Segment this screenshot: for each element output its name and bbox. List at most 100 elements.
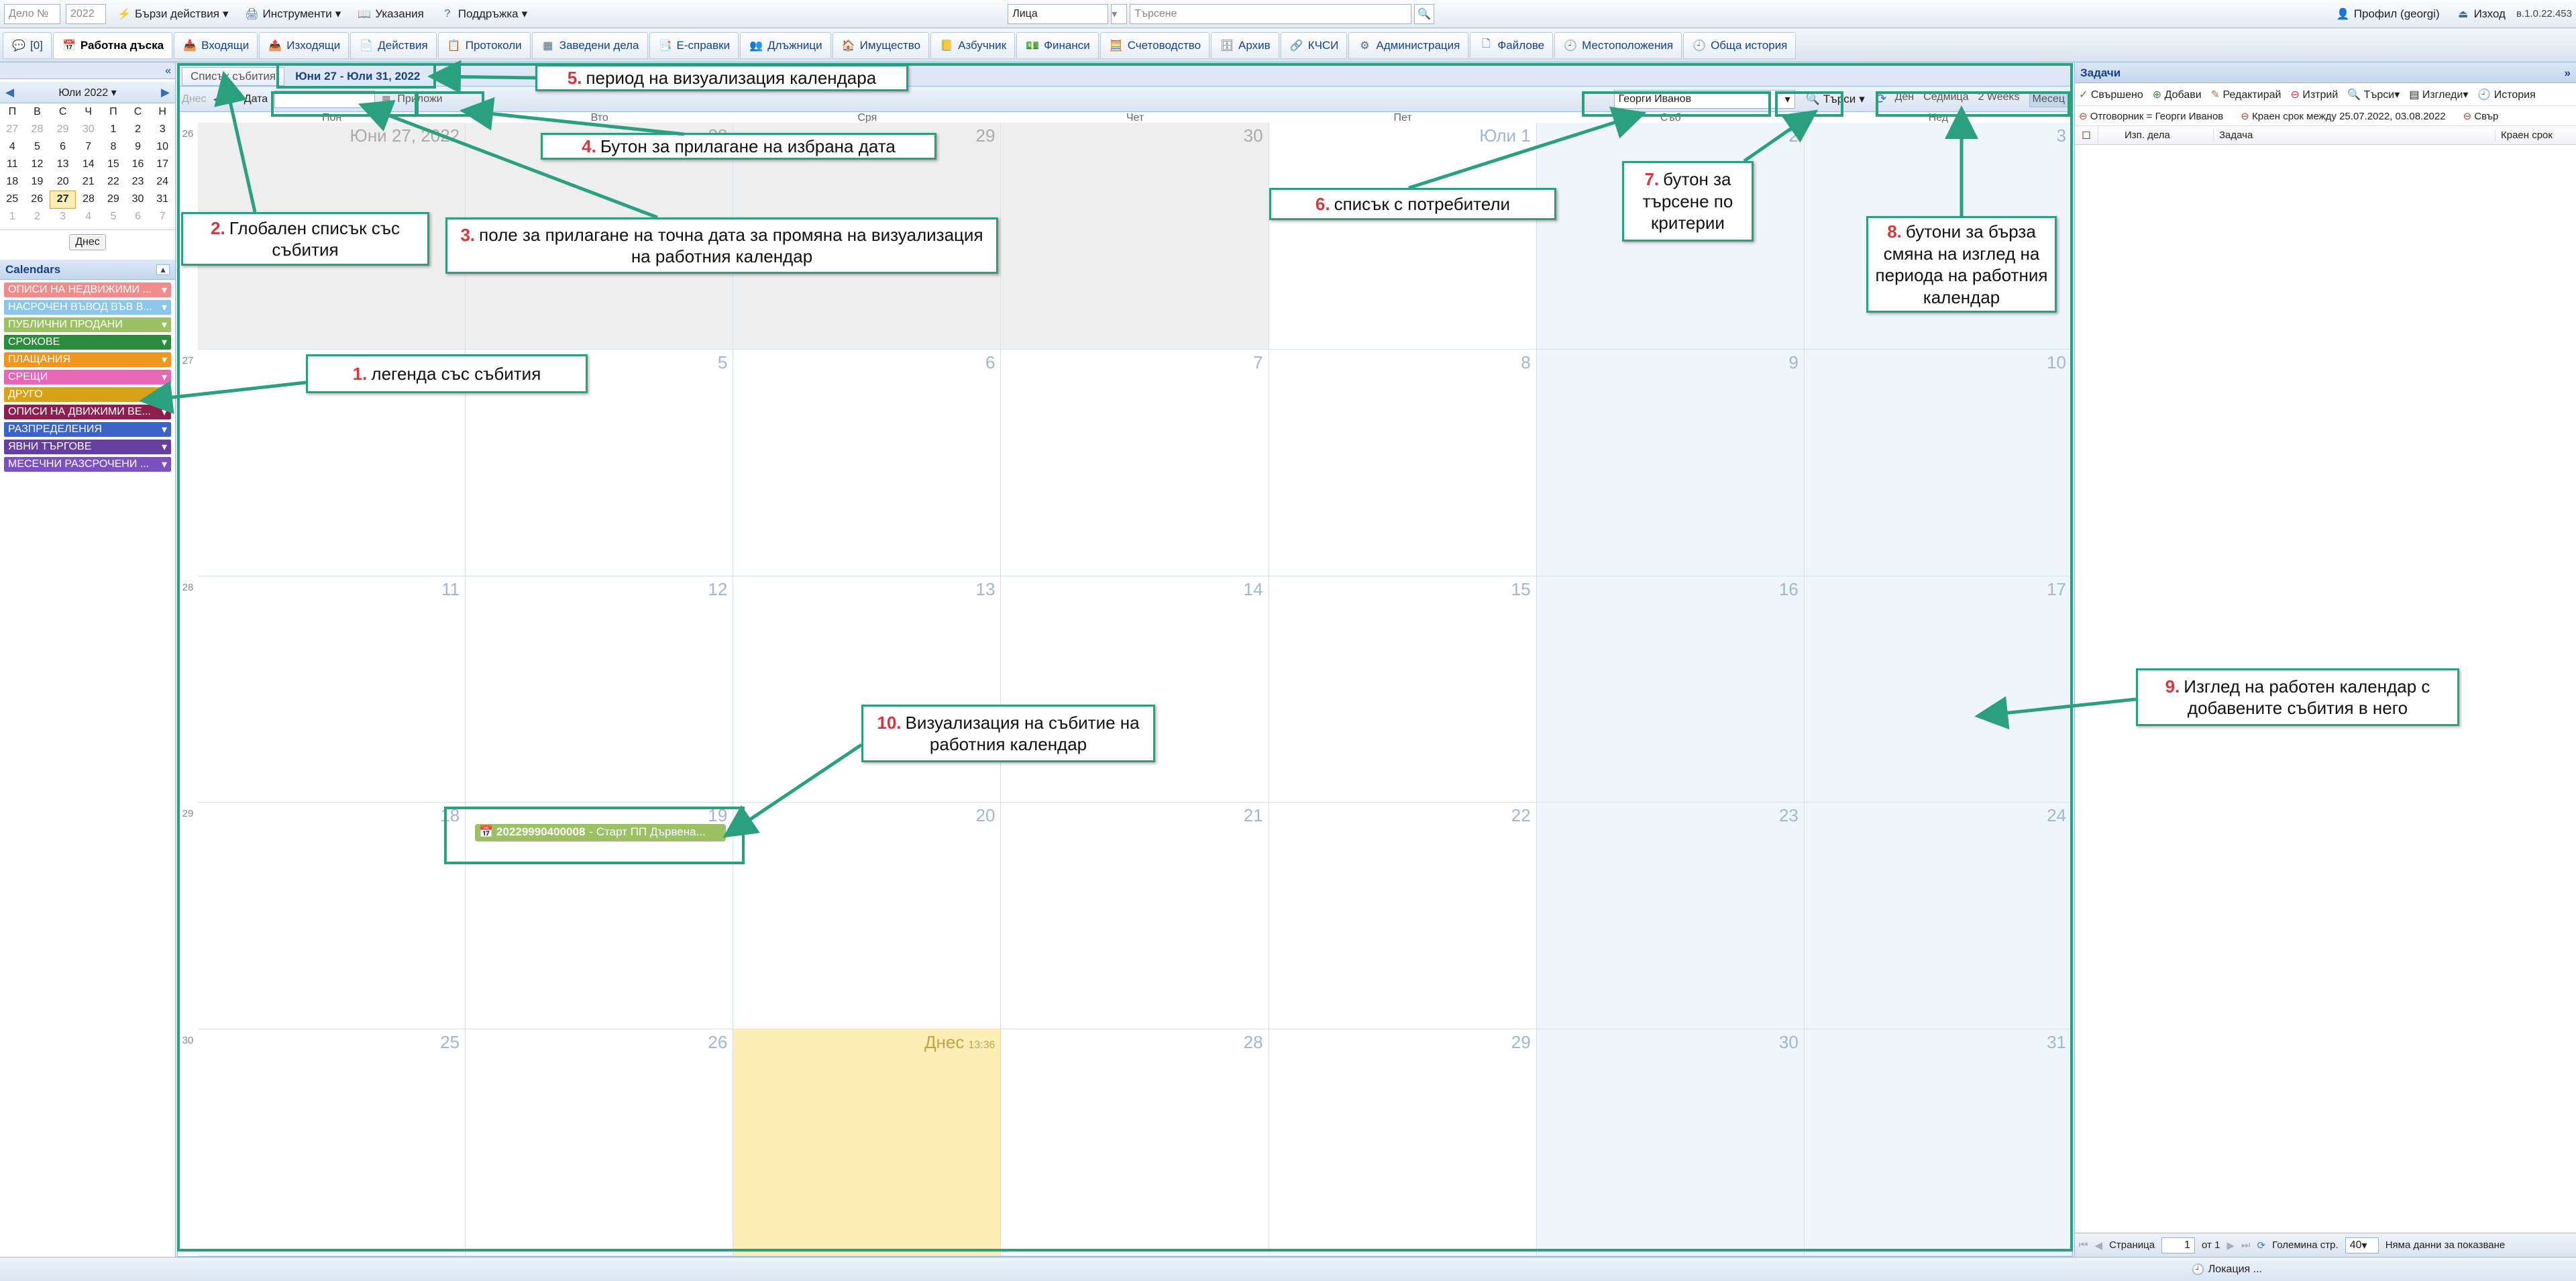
remove-filter-icon[interactable]: ⊖ xyxy=(2463,111,2472,122)
mini-day[interactable]: 4 xyxy=(0,138,25,156)
search-button[interactable]: 🔍 xyxy=(1414,3,1435,24)
tab-locations[interactable]: 🕘 Местоположения xyxy=(1554,32,1682,59)
page-input[interactable]: 1 xyxy=(2161,1237,2196,1253)
tab-cases[interactable]: ▦ Заведени дела xyxy=(531,32,648,59)
edit-button[interactable]: ✎ Редактирай xyxy=(2211,88,2282,101)
mini-day[interactable]: 13 xyxy=(50,156,76,173)
delete-button[interactable]: ⊖ Изтрий xyxy=(2290,88,2338,101)
mini-day[interactable]: 14 xyxy=(76,156,101,173)
mini-day[interactable]: 8 xyxy=(101,138,126,156)
last-page-icon[interactable]: ⏭ xyxy=(2241,1239,2251,1251)
legend-menu-icon[interactable]: ▾ xyxy=(162,458,167,471)
quick-actions-menu[interactable]: ⚡ Бързи действия ▾ xyxy=(111,3,234,25)
support-menu[interactable]: ? Поддръжка ▾ xyxy=(435,3,533,25)
mini-day[interactable]: 25 xyxy=(0,191,25,208)
month-picker[interactable]: Юли 2022 ▾ xyxy=(58,86,116,99)
mini-day[interactable]: 24 xyxy=(150,173,175,191)
legend-item[interactable]: ПЛАЩАНИЯ ▾ xyxy=(4,352,171,367)
tab-administration[interactable]: ⚙ Администрация xyxy=(1348,32,1469,59)
legend-menu-icon[interactable]: ▾ xyxy=(162,318,167,331)
legend-menu-icon[interactable]: ▾ xyxy=(162,336,167,349)
legend-item[interactable]: МЕСЕЧНИ РАЗСРОЧЕНИ ... ▾ xyxy=(4,457,171,472)
search-category-dropdown[interactable]: ▾ xyxy=(1111,3,1128,24)
tab-files[interactable]: 🗋 Файлове xyxy=(1470,32,1554,59)
mini-day[interactable]: 19 xyxy=(25,173,50,191)
instructions-button[interactable]: 📖 Указания xyxy=(352,3,429,25)
tab-index[interactable]: 📒 Азбучник xyxy=(930,32,1016,59)
mini-day[interactable]: 29 xyxy=(50,121,76,138)
tab-kchsi[interactable]: 🔗 КЧСИ xyxy=(1280,32,1348,59)
legend-item[interactable]: ОПИСИ НА ДВИЖИМИ ВЕ... ▾ xyxy=(4,405,171,419)
mini-day[interactable]: 1 xyxy=(0,208,25,225)
tab-e-reports[interactable]: 📑 Е-справки xyxy=(649,32,739,59)
year-input[interactable]: 2022 xyxy=(66,3,106,24)
collapse-right-icon[interactable]: » xyxy=(2565,66,2571,80)
legend-menu-icon[interactable]: ▾ xyxy=(162,405,167,419)
mini-day[interactable]: 9 xyxy=(125,138,150,156)
mini-day[interactable]: 23 xyxy=(125,173,150,191)
tab-protocols[interactable]: 📋 Протоколи xyxy=(437,32,531,59)
mini-day[interactable]: 4 xyxy=(76,208,101,225)
mini-today-button[interactable]: Днес xyxy=(69,234,106,250)
legend-item[interactable]: СРЕЩИ ▾ xyxy=(4,370,171,385)
tab-history[interactable]: 🕘 Обща история xyxy=(1683,32,1796,59)
tab-outgoing[interactable]: 📤 Изходящи xyxy=(259,32,350,59)
mini-day[interactable]: 30 xyxy=(76,121,101,138)
mini-day[interactable]: 10 xyxy=(150,138,175,156)
filter-assignee[interactable]: ⊖ Отговорник = Георги Иванов xyxy=(2079,110,2223,122)
legend-menu-icon[interactable]: ▾ xyxy=(162,423,167,436)
mini-day[interactable]: 30 xyxy=(125,191,150,208)
mini-day[interactable]: 22 xyxy=(101,173,126,191)
mini-day[interactable]: 5 xyxy=(25,138,50,156)
mini-day[interactable]: 27 xyxy=(49,190,76,209)
legend-item[interactable]: НАСРОЧЕН ВЪВОД ВЪВ В... ▾ xyxy=(4,300,171,315)
tools-menu[interactable]: 🖨 Инструменти ▾ xyxy=(239,3,347,25)
mini-day[interactable]: 26 xyxy=(25,191,50,208)
mini-day[interactable]: 16 xyxy=(125,156,150,173)
refresh-icon[interactable]: ⟳ xyxy=(2257,1239,2266,1251)
legend-item[interactable]: РАЗПРЕДЕЛЕНИЯ ▾ xyxy=(4,422,171,437)
chat-tab[interactable]: 💬 [0] xyxy=(3,32,52,59)
location-button[interactable]: 🕘 Локация ... xyxy=(2186,1259,2267,1280)
legend-item[interactable]: ДРУГО ▾ xyxy=(4,387,171,402)
logout-button[interactable]: ⏏ Изход xyxy=(2451,3,2511,25)
remove-filter-icon[interactable]: ⊖ xyxy=(2079,111,2088,122)
views-button[interactable]: ▤ Изгледи▾ xyxy=(2409,88,2468,101)
legend-item[interactable]: ЯВНИ ТЪРГОВЕ ▾ xyxy=(4,440,171,454)
next-page-icon[interactable]: ▶ xyxy=(2226,1239,2235,1251)
mini-day[interactable]: 7 xyxy=(150,208,175,225)
tab-finance[interactable]: 💵 Финанси xyxy=(1016,32,1099,59)
mini-day[interactable]: 31 xyxy=(150,191,175,208)
select-all-checkbox[interactable]: ☐ xyxy=(2075,130,2098,142)
mini-day[interactable]: 1 xyxy=(101,121,126,138)
mini-day[interactable]: 3 xyxy=(150,121,175,138)
mini-day[interactable]: 12 xyxy=(25,156,50,173)
tab-debtors[interactable]: 👥 Длъжници xyxy=(740,32,831,59)
done-button[interactable]: ✓ Свършено xyxy=(2079,88,2143,101)
mini-day[interactable]: 3 xyxy=(50,208,76,225)
remove-filter-icon[interactable]: ⊖ xyxy=(2241,111,2249,122)
search-input[interactable]: Търсене xyxy=(1130,3,1412,24)
mini-day[interactable]: 5 xyxy=(101,208,126,225)
legend-menu-icon[interactable]: ▾ xyxy=(162,370,167,384)
tab-actions[interactable]: 📄 Действия xyxy=(350,32,437,59)
tab-dashboard[interactable]: 📅 Работна дъска xyxy=(52,32,173,59)
legend-item[interactable]: ПУБЛИЧНИ ПРОДАНИ ▾ xyxy=(4,317,171,332)
legend-menu-icon[interactable]: ▾ xyxy=(162,283,167,297)
mini-day[interactable]: 28 xyxy=(76,191,101,208)
legend-menu-icon[interactable]: ▾ xyxy=(162,353,167,366)
legend-item[interactable]: СРОКОВЕ ▾ xyxy=(4,335,171,350)
mini-day[interactable]: 17 xyxy=(150,156,175,173)
prev-month-icon[interactable]: ◀ xyxy=(5,86,14,99)
legend-menu-icon[interactable]: ▾ xyxy=(162,388,167,401)
col-deadline[interactable]: Краен срок xyxy=(2495,130,2553,141)
history-button[interactable]: 🕘 История xyxy=(2477,88,2535,101)
tab-accounting[interactable]: 🧮 Счетоводство xyxy=(1099,32,1210,59)
case-number-input[interactable]: Дело № xyxy=(4,3,60,24)
legend-menu-icon[interactable]: ▾ xyxy=(162,301,167,314)
col-case[interactable]: Изп. дела xyxy=(2119,130,2213,141)
collapse-left-icon[interactable]: « xyxy=(165,65,171,77)
search-category-select[interactable]: Лица xyxy=(1008,3,1109,24)
add-button[interactable]: ⊕ Добави xyxy=(2153,88,2202,101)
mini-day[interactable]: 2 xyxy=(125,121,150,138)
